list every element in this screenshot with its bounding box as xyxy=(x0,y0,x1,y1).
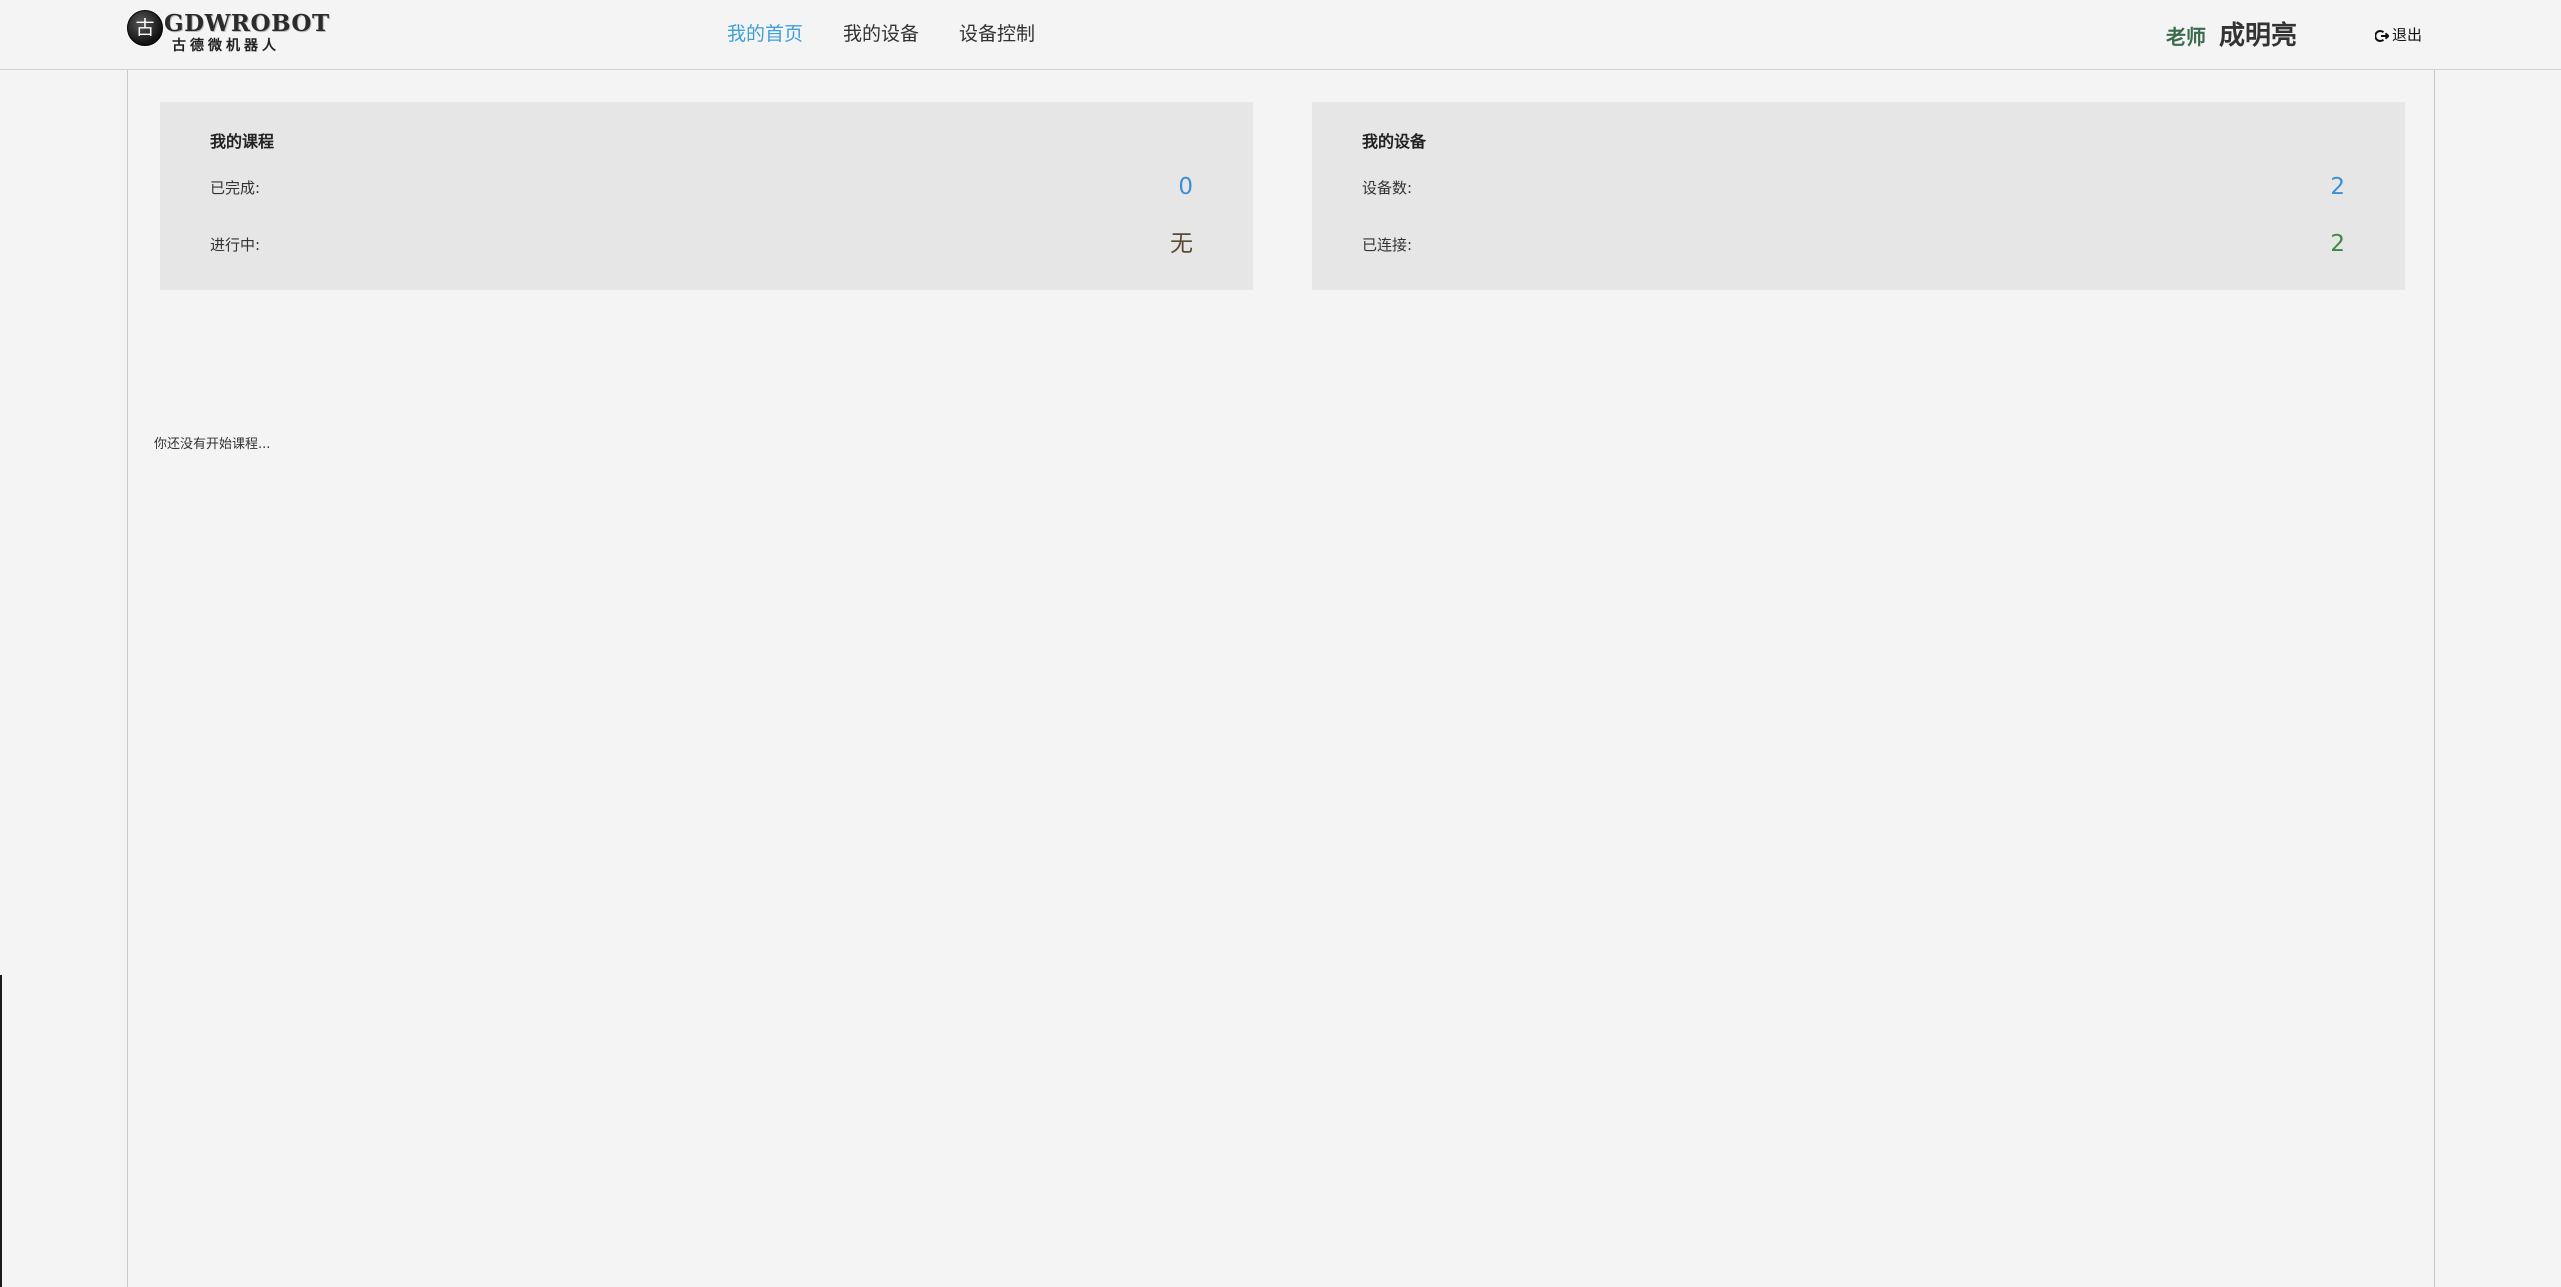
completed-value: 0 xyxy=(1178,174,1193,200)
brand-subtitle: 古德微机器人 xyxy=(172,38,280,54)
brand-logo[interactable]: 古 GDWROBOT 古德微机器人 xyxy=(127,10,329,60)
logout-label: 退出 xyxy=(2392,26,2423,44)
courses-panel: 我的课程 已完成: 0 进行中: 无 xyxy=(160,102,1253,290)
completed-label: 已完成: xyxy=(210,179,261,197)
top-header: 古 GDWROBOT 古德微机器人 我的首页 我的设备 设备控制 老师 成明亮 … xyxy=(0,0,2561,70)
logout-button[interactable]: 退出 xyxy=(2374,25,2423,45)
brand-name: GDWROBOT xyxy=(164,10,330,37)
user-role: 老师 xyxy=(2166,25,2206,49)
connected-value: 2 xyxy=(2330,231,2345,257)
courses-panel-title: 我的课程 xyxy=(210,132,275,151)
device-count-value: 2 xyxy=(2330,174,2345,200)
nav-item-my-devices[interactable]: 我的设备 xyxy=(843,22,919,46)
main-nav: 我的首页 我的设备 设备控制 xyxy=(727,22,1075,46)
devices-panel-title: 我的设备 xyxy=(1362,132,1427,151)
devices-panel: 我的设备 设备数: 2 已连接: 2 xyxy=(1312,102,2405,290)
in-progress-label: 进行中: xyxy=(210,236,261,254)
empty-courses-message: 你还没有开始课程... xyxy=(154,437,271,452)
device-count-label: 设备数: xyxy=(1362,179,1413,197)
main-content: 我的课程 已完成: 0 进行中: 无 我的设备 设备数: 2 已连接: 2 你还… xyxy=(127,70,2435,1287)
window-edge-divider xyxy=(0,975,2,1287)
in-progress-value: 无 xyxy=(1170,231,1193,257)
logo-emblem-icon: 古 xyxy=(127,10,163,46)
sign-out-icon xyxy=(2374,28,2390,42)
user-name: 成明亮 xyxy=(2219,21,2298,51)
nav-item-home[interactable]: 我的首页 xyxy=(727,22,803,46)
connected-label: 已连接: xyxy=(1362,236,1413,254)
nav-item-device-control[interactable]: 设备控制 xyxy=(959,22,1035,46)
